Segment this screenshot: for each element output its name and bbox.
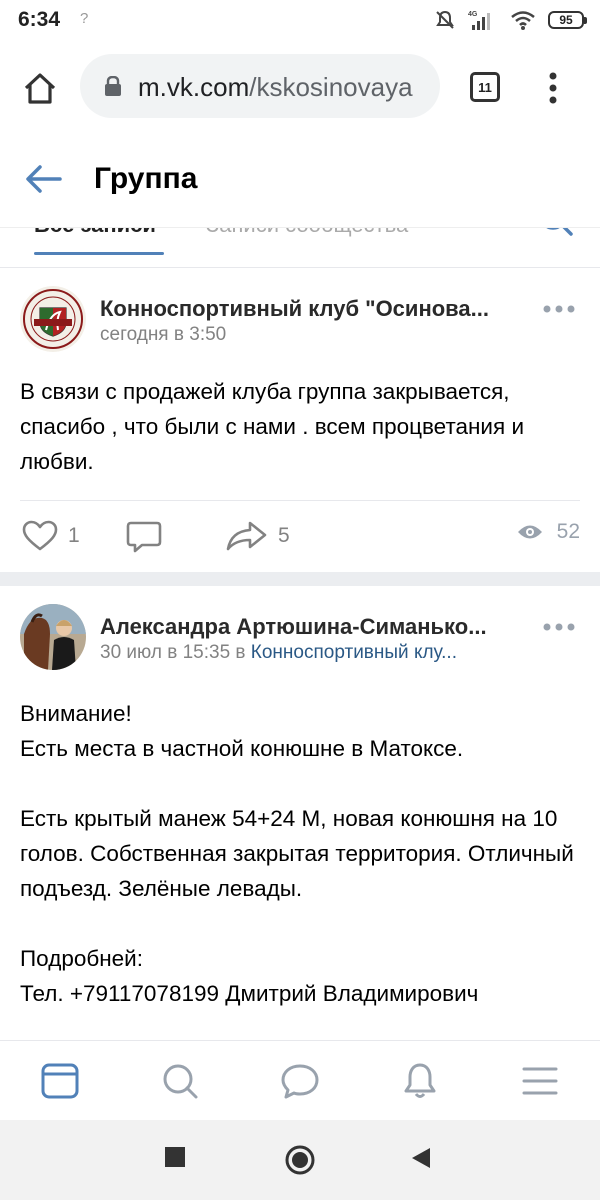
- url-domain: m.vk.com: [138, 72, 250, 102]
- comment-icon: [126, 521, 162, 553]
- post-text-line: Есть крытый манеж 54+24 М, новая конюшня…: [20, 806, 574, 901]
- like-count: 1: [68, 524, 80, 547]
- menu-icon[interactable]: [520, 1061, 560, 1101]
- browser-toolbar: m.vk.com/kskosinovaya 11: [0, 40, 600, 132]
- url-text: m.vk.com/kskosinovaya: [138, 72, 413, 103]
- notifications-bell-icon[interactable]: [400, 1061, 440, 1101]
- status-icons: 4G 95: [434, 8, 587, 32]
- signal-badge-text: 4G: [468, 11, 478, 18]
- tab-switcher-button[interactable]: 11: [470, 72, 500, 102]
- status-time: 6:34: [18, 8, 61, 31]
- club-logo-icon: [20, 286, 86, 352]
- club-avatar[interactable]: [20, 286, 86, 352]
- comment-button[interactable]: [126, 520, 162, 554]
- views-count: 52: [556, 520, 580, 543]
- more-options-icon[interactable]: [542, 304, 576, 314]
- post-time-and-group: 30 июл в 15:35 в Конноспортивный клу...: [100, 642, 457, 664]
- post-time[interactable]: 30 июл в 15:35 в: [100, 642, 246, 663]
- lock-icon: [105, 76, 121, 96]
- wifi-icon: [511, 11, 535, 30]
- share-icon: [226, 521, 267, 551]
- page-header: Группа: [0, 132, 600, 228]
- system-navigation-bar: [0, 1120, 600, 1200]
- back-arrow-icon[interactable]: [24, 164, 64, 194]
- unknown-network-icon: ?: [80, 10, 89, 27]
- post-card: Александра Артюшина-Симанько... 30 июл в…: [0, 586, 600, 1040]
- user-avatar[interactable]: [20, 604, 86, 670]
- active-tab-indicator: [34, 252, 164, 255]
- recent-apps-icon[interactable]: [164, 1146, 186, 1168]
- back-system-icon[interactable]: [410, 1146, 432, 1170]
- battery-level: 95: [559, 13, 573, 27]
- post-text: Внимание! Есть места в частной конюшне в…: [20, 696, 580, 1011]
- view-counter: 52: [517, 520, 580, 544]
- like-button[interactable]: 1: [22, 520, 80, 552]
- post-text-line: Внимание!: [20, 701, 132, 726]
- heart-icon: [22, 520, 58, 551]
- home-icon[interactable]: [20, 68, 60, 108]
- page-title: Группа: [94, 162, 198, 195]
- search-nav-icon[interactable]: [160, 1061, 200, 1101]
- post-text-line: Есть места в частной конюшне в Матоксе.: [20, 736, 464, 761]
- news-feed-icon[interactable]: [40, 1061, 80, 1101]
- silent-icon: [436, 10, 454, 29]
- browser-menu-icon[interactable]: [546, 68, 560, 108]
- post-time[interactable]: сегодня в 3:50: [100, 324, 226, 346]
- home-system-icon[interactable]: [284, 1144, 316, 1176]
- user-photo-icon: [20, 604, 86, 670]
- url-path: /kskosinovaya: [249, 72, 413, 102]
- post-text-line: Тел. +79117078199 Дмитрий Владимирович: [20, 981, 479, 1006]
- post-card: Конноспортивный клуб "Осинова... сегодня…: [0, 268, 600, 572]
- post-author[interactable]: Александра Артюшина-Симанько...: [100, 614, 518, 640]
- post-actions: 1 5 52: [0, 516, 600, 556]
- more-options-icon[interactable]: [542, 622, 576, 632]
- divider: [20, 500, 580, 501]
- post-separator: [0, 572, 600, 586]
- signal-icon: 4G: [468, 11, 490, 30]
- eye-icon: [517, 525, 542, 539]
- tab-count: 11: [478, 79, 492, 95]
- post-text-line: [20, 906, 580, 941]
- post-author[interactable]: Конноспортивный клуб "Осинова...: [100, 296, 518, 322]
- address-bar[interactable]: m.vk.com/kskosinovaya: [80, 54, 440, 118]
- share-button[interactable]: 5: [226, 520, 290, 552]
- share-count: 5: [278, 524, 290, 547]
- group-link[interactable]: Конноспортивный клу...: [251, 642, 457, 663]
- bottom-navigation: [0, 1040, 600, 1120]
- post-text-line: [20, 766, 580, 801]
- status-bar: 6:34 ? 4G 95: [0, 0, 600, 40]
- post-text: В связи с продажей клуба группа закрывае…: [20, 379, 525, 474]
- messages-icon[interactable]: [280, 1061, 320, 1101]
- battery-icon: 95: [548, 11, 587, 29]
- post-text-line: Подробней:: [20, 946, 143, 971]
